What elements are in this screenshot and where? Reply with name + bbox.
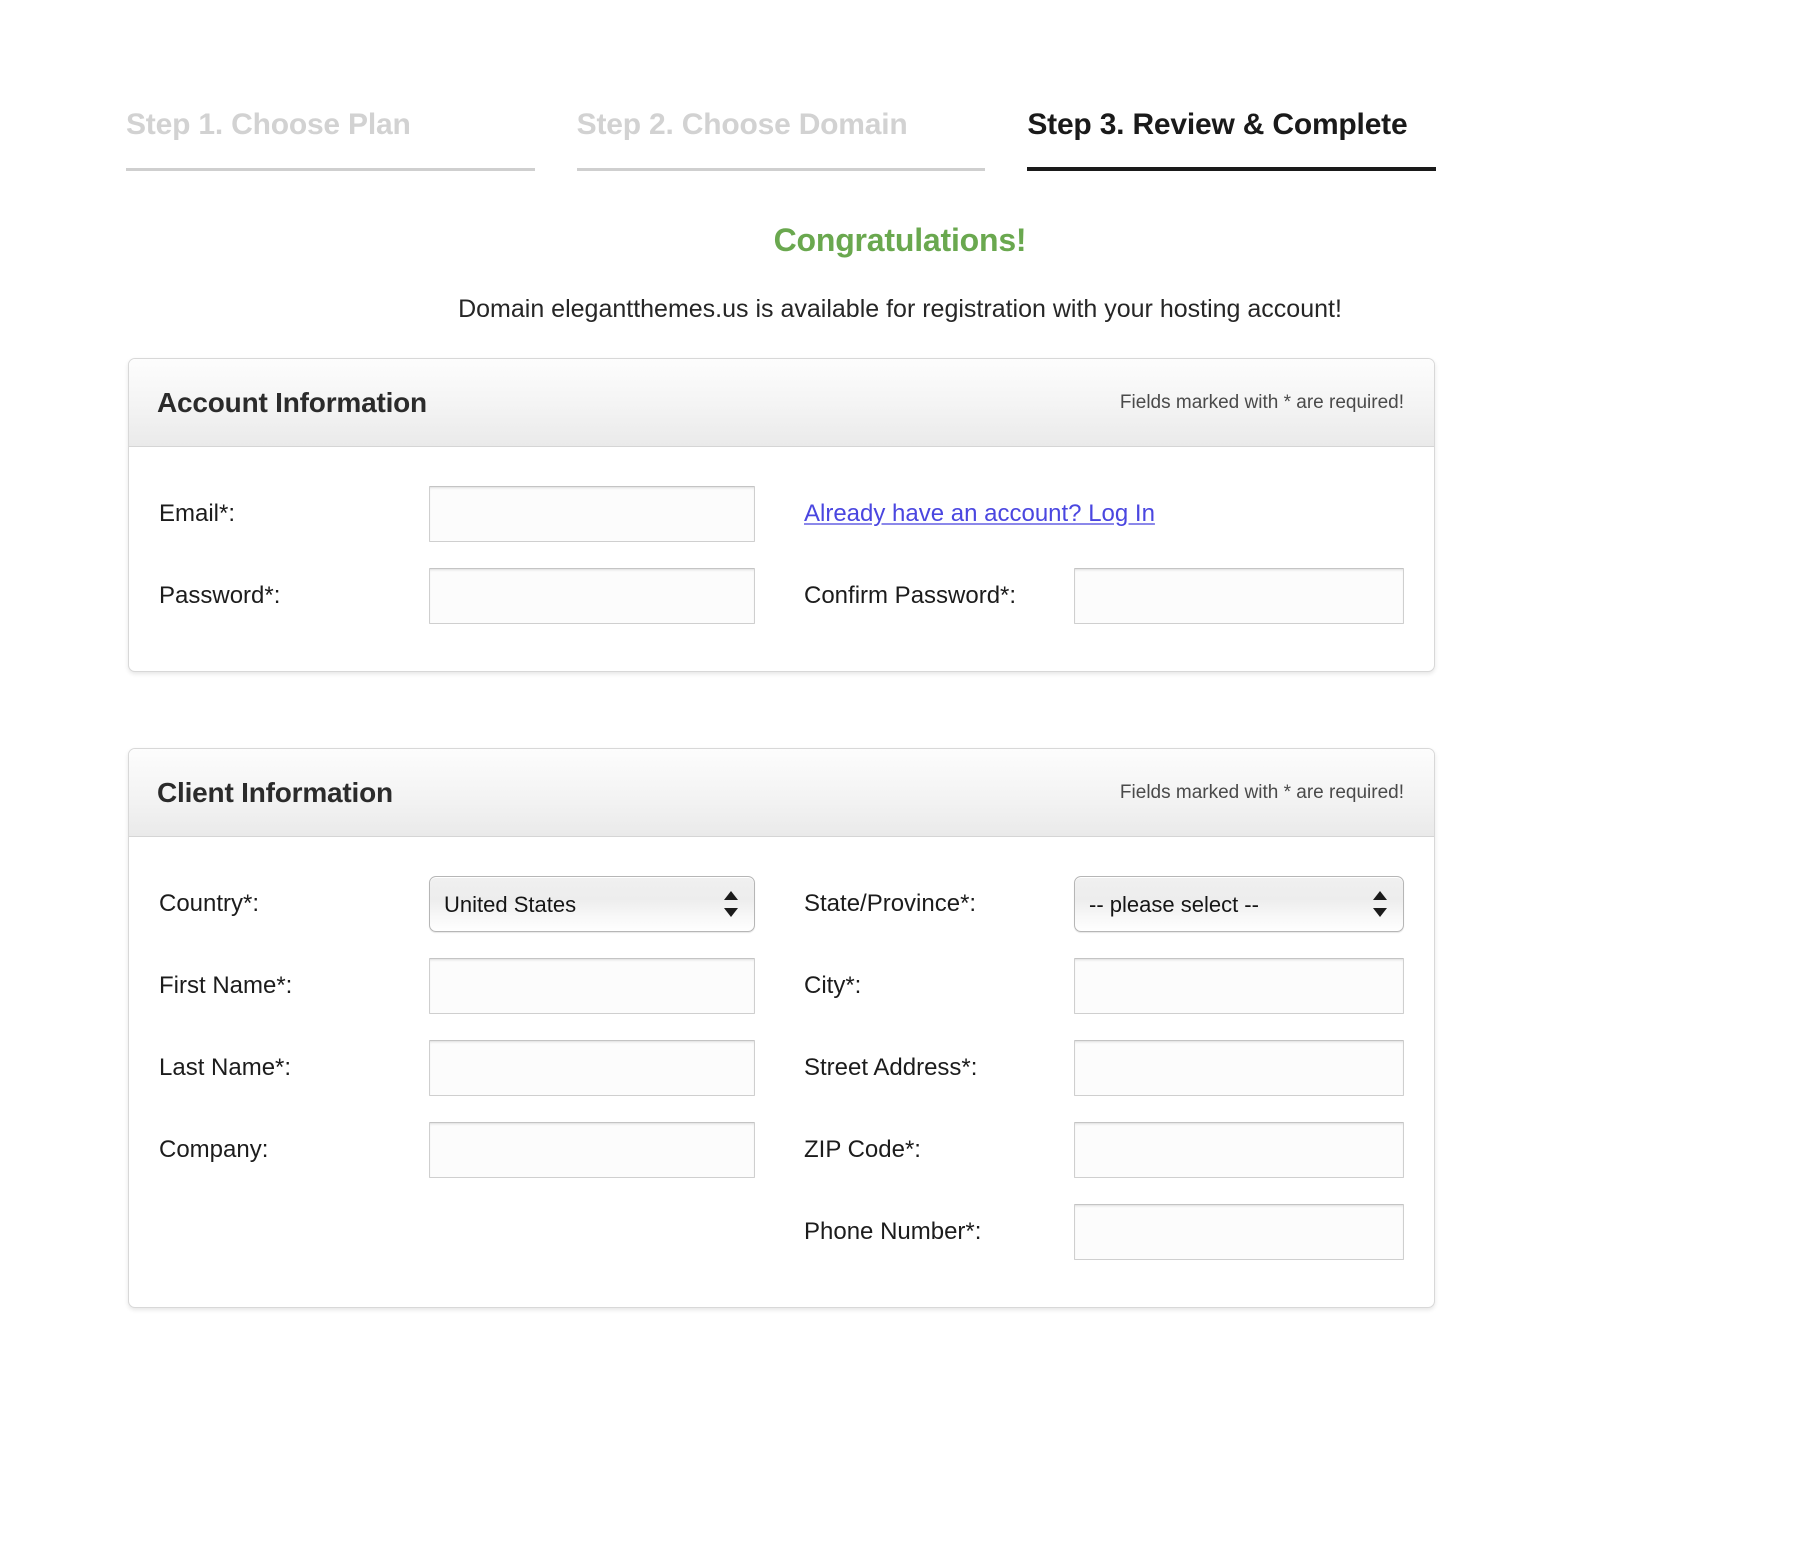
account-panel-body: Email*: Already have an account? Log In …: [129, 447, 1434, 671]
first-name-label: First Name*:: [159, 972, 293, 999]
city-field-group: City*:: [804, 958, 1424, 1014]
state-select-wrap: -- please select --: [1074, 876, 1404, 932]
first-name-city-row: First Name*: City*:: [159, 945, 1404, 1027]
country-state-row: Country*: United States State/Province*:: [159, 863, 1404, 945]
already-have-account-login-link[interactable]: Already have an account? Log In: [804, 500, 1155, 528]
password-label: Password*:: [159, 582, 281, 609]
account-required-note: Fields marked with * are required!: [1119, 391, 1404, 413]
first-name-input[interactable]: [429, 958, 755, 1014]
city-label: City*:: [804, 972, 862, 999]
client-required-note: Fields marked with * are required!: [1119, 781, 1404, 803]
account-information-panel: Account Information Fields marked with *…: [128, 358, 1435, 672]
country-select-wrap: United States: [429, 876, 755, 932]
password-row: Password*: Confirm Password*:: [159, 555, 1404, 637]
step-tab-3-review-complete[interactable]: Step 3. Review & Complete: [1027, 108, 1437, 171]
zip-code-label: ZIP Code*:: [804, 1136, 921, 1163]
confirm-password-label: Confirm Password*:: [804, 582, 1017, 609]
confirm-password-field-group: Confirm Password*:: [804, 568, 1424, 624]
company-input[interactable]: [429, 1122, 755, 1178]
city-input[interactable]: [1074, 958, 1404, 1014]
street-address-field-group: Street Address*:: [804, 1040, 1424, 1096]
step-tab-1-label: Step 1. Choose Plan: [126, 108, 411, 141]
domain-availability-message: Domain elegantthemes.us is available for…: [458, 295, 1342, 323]
company-label: Company:: [159, 1136, 269, 1163]
phone-number-label: Phone Number*:: [804, 1218, 982, 1245]
first-name-field-group: First Name*:: [159, 958, 804, 1014]
last-name-label: Last Name*:: [159, 1054, 292, 1081]
country-label: Country*:: [159, 890, 260, 917]
email-input[interactable]: [429, 486, 755, 542]
phone-field-group: Phone Number*:: [804, 1204, 1424, 1260]
confirm-password-input[interactable]: [1074, 568, 1404, 624]
step-tab-1-choose-plan[interactable]: Step 1. Choose Plan: [126, 108, 535, 171]
client-information-panel: Client Information Fields marked with * …: [128, 748, 1435, 1308]
account-panel-title: Account Information: [157, 386, 427, 418]
street-address-input[interactable]: [1074, 1040, 1404, 1096]
client-panel-body: Country*: United States State/Province*:: [129, 837, 1434, 1307]
street-address-label: Street Address*:: [804, 1054, 978, 1081]
email-row: Email*: Already have an account? Log In: [159, 473, 1404, 555]
last-name-input[interactable]: [429, 1040, 755, 1096]
last-name-field-group: Last Name*:: [159, 1040, 804, 1096]
step-tab-2-label: Step 2. Choose Domain: [576, 108, 908, 141]
last-name-street-row: Last Name*: Street Address*:: [159, 1027, 1404, 1109]
phone-row: Phone Number*:: [159, 1191, 1404, 1273]
state-province-label: State/Province*:: [804, 890, 977, 917]
state-field-group: State/Province*: -- please select --: [804, 876, 1424, 932]
email-label: Email*:: [159, 500, 236, 527]
step-tab-2-choose-domain[interactable]: Step 2. Choose Domain: [576, 108, 986, 171]
password-input[interactable]: [429, 568, 755, 624]
company-zip-row: Company: ZIP Code*:: [159, 1109, 1404, 1191]
country-select[interactable]: United States: [429, 876, 755, 932]
password-field-group: Password*:: [159, 568, 804, 624]
country-field-group: Country*: United States: [159, 876, 804, 932]
client-panel-title: Client Information: [157, 776, 393, 808]
phone-number-input[interactable]: [1074, 1204, 1404, 1260]
step-tab-3-label: Step 3. Review & Complete: [1027, 108, 1408, 141]
zip-code-field-group: ZIP Code*:: [804, 1122, 1424, 1178]
client-panel-header: Client Information Fields marked with * …: [129, 749, 1434, 837]
company-field-group: Company:: [159, 1122, 804, 1178]
account-panel-header: Account Information Fields marked with *…: [129, 359, 1434, 447]
login-link-group: Already have an account? Log In: [804, 500, 1424, 528]
email-field-group: Email*:: [159, 486, 804, 542]
congratulations-heading: Congratulations!: [773, 222, 1027, 258]
registration-page: Step 1. Choose Plan Step 2. Choose Domai…: [0, 0, 1800, 1559]
checkout-step-tabs: Step 1. Choose Plan Step 2. Choose Domai…: [126, 108, 1437, 171]
state-province-select[interactable]: -- please select --: [1074, 876, 1404, 932]
zip-code-input[interactable]: [1074, 1122, 1404, 1178]
